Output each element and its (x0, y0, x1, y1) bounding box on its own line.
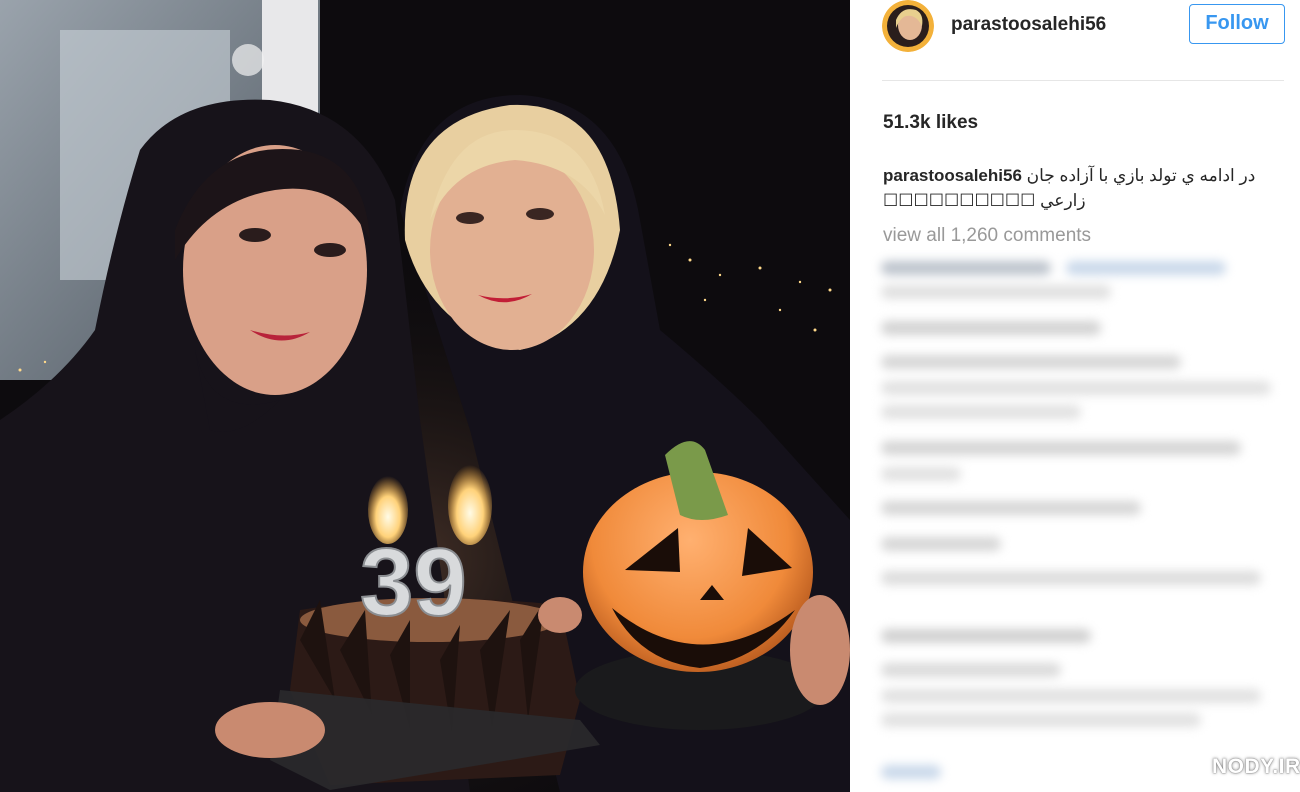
candle-number: 39 (360, 529, 467, 636)
blurred-comments (876, 255, 1276, 792)
post-header: parastoosalehi56 Follow (850, 0, 1300, 80)
header-divider (882, 80, 1284, 81)
photo-illustration: 39 (0, 0, 850, 792)
post-username[interactable]: parastoosalehi56 (951, 14, 1106, 36)
watermark: NODY.IR (1212, 755, 1300, 778)
likes-count[interactable]: 51.3k likes (883, 112, 978, 134)
post-photo[interactable]: 39 (0, 0, 850, 792)
caption-username[interactable]: parastoosalehi56 (883, 166, 1022, 185)
follow-button[interactable]: Follow (1189, 4, 1285, 44)
view-all-comments-link[interactable]: view all 1,260 comments (883, 225, 1091, 247)
post-caption: parastoosalehi56 در ادامه ي تولد بازي با… (883, 163, 1263, 213)
avatar-image (882, 0, 934, 52)
avatar[interactable] (882, 0, 934, 52)
post-sidebar: parastoosalehi56 Follow 51.3k likes para… (850, 0, 1300, 792)
